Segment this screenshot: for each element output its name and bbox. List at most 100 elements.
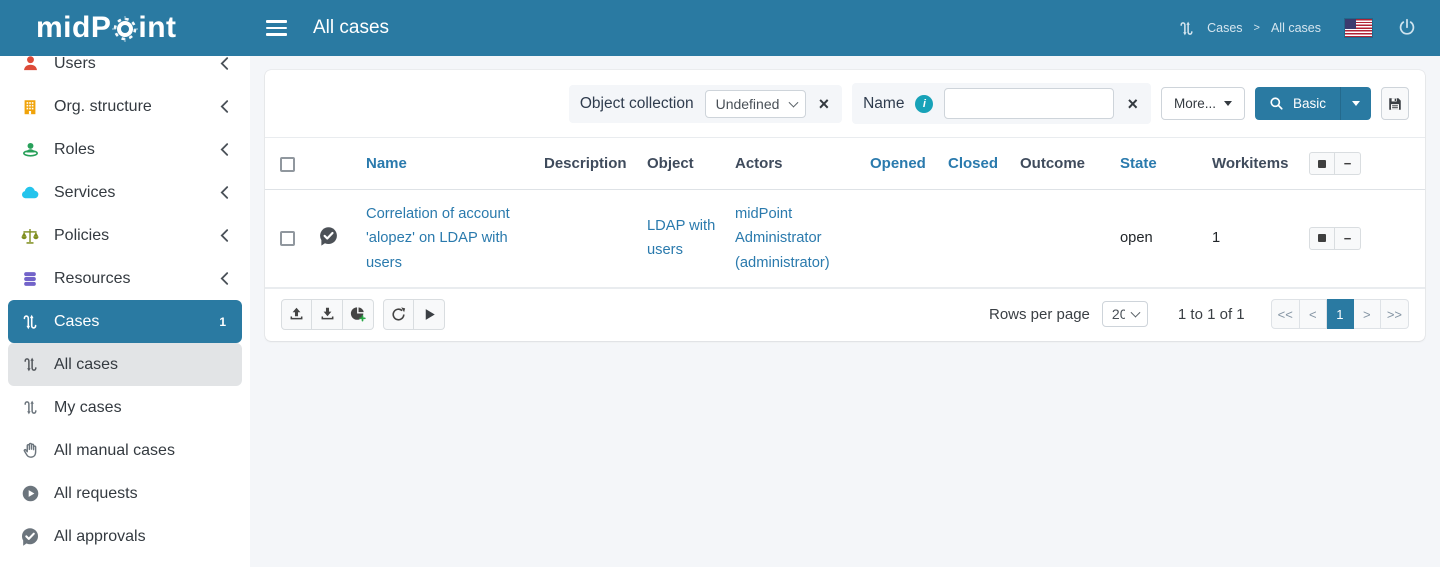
- object-link[interactable]: LDAP with users: [647, 218, 715, 258]
- save-search-button[interactable]: [1381, 87, 1409, 120]
- sidebar-item-all-manual-cases[interactable]: All manual cases: [8, 429, 242, 472]
- sidebar-toggle-button[interactable]: [266, 16, 294, 40]
- collapse-table-button[interactable]: −: [1335, 152, 1361, 175]
- breadcrumb-cases[interactable]: Cases: [1207, 21, 1242, 35]
- sidebar-item-cases[interactable]: Cases 1: [8, 300, 242, 343]
- sidebar-item-all-approvals[interactable]: All approvals: [8, 515, 242, 558]
- breadcrumb-all-cases[interactable]: All cases: [1271, 21, 1321, 35]
- name-search-input[interactable]: [944, 88, 1114, 119]
- table-config-buttons: −: [1309, 152, 1361, 175]
- search-split-button: Basic: [1255, 87, 1371, 120]
- caret-down-icon: [1352, 101, 1360, 106]
- sidebar: Users Org. structure Roles: [0, 56, 250, 567]
- column-header-workitems: Workitems: [1204, 138, 1301, 190]
- configure-columns-button[interactable]: [1309, 152, 1335, 175]
- previous-page-button[interactable]: <: [1300, 299, 1327, 329]
- create-report-button[interactable]: [343, 299, 374, 330]
- sidebar-item-all-requests[interactable]: All requests: [8, 472, 242, 515]
- sidebar-item-label: All manual cases: [54, 442, 175, 460]
- object-collection-select[interactable]: Undefined: [705, 90, 806, 118]
- sort-by-state[interactable]: State: [1120, 155, 1157, 172]
- refresh-button-group: [383, 299, 445, 330]
- chevron-left-icon: [219, 228, 230, 243]
- locale-flag-button[interactable]: [1345, 19, 1372, 37]
- header-right: Cases > All cases: [1177, 17, 1440, 39]
- app-root: midP int All cases Cases > All cases: [0, 56, 1440, 355]
- basic-search-button[interactable]: Basic: [1255, 87, 1340, 120]
- square-icon: [1318, 234, 1326, 242]
- sidebar-item-roles[interactable]: Roles: [8, 128, 242, 171]
- refresh-button[interactable]: [383, 299, 414, 330]
- sidebar-item-services[interactable]: Services: [8, 171, 242, 214]
- first-page-button[interactable]: <<: [1271, 299, 1300, 329]
- sidebar-item-my-cases[interactable]: My cases: [8, 386, 242, 429]
- page-title: All cases: [313, 17, 389, 39]
- main-content: Object collection Undefined × Name i × M…: [250, 56, 1440, 355]
- refresh-icon: [390, 306, 407, 323]
- basic-button-label: Basic: [1293, 96, 1326, 111]
- case-icon: [18, 355, 42, 374]
- remove-collection-filter-button[interactable]: ×: [817, 95, 832, 113]
- power-icon: [1396, 17, 1418, 39]
- upload-icon: [288, 306, 305, 323]
- sort-by-opened[interactable]: Opened: [870, 155, 926, 172]
- column-header-object: Object: [639, 138, 727, 190]
- sidebar-item-users[interactable]: Users: [8, 56, 242, 85]
- sidebar-item-label: Cases: [54, 313, 99, 331]
- row-checkbox[interactable]: [280, 231, 295, 246]
- logout-button[interactable]: [1396, 17, 1418, 39]
- sidebar-nav: Users Org. structure Roles: [0, 56, 250, 558]
- description-cell: [536, 190, 639, 288]
- chevron-left-icon: [219, 271, 230, 286]
- row-action-buttons: −: [1309, 227, 1361, 250]
- clear-name-filter-button[interactable]: ×: [1125, 95, 1140, 113]
- sidebar-item-policies[interactable]: Policies: [8, 214, 242, 257]
- balance-scale-icon: [18, 226, 42, 246]
- run-button[interactable]: [414, 299, 445, 330]
- next-page-button[interactable]: >: [1354, 299, 1381, 329]
- role-icon: [18, 140, 42, 159]
- current-page-button[interactable]: 1: [1327, 299, 1354, 329]
- select-all-checkbox[interactable]: [280, 157, 295, 172]
- breadcrumb: Cases > All cases: [1177, 19, 1321, 38]
- last-page-button[interactable]: >>: [1381, 299, 1409, 329]
- sidebar-item-org-structure[interactable]: Org. structure: [8, 85, 242, 128]
- row-collapse-button[interactable]: −: [1335, 227, 1361, 250]
- case-name-link[interactable]: Correlation of account 'alopez' on LDAP …: [366, 206, 510, 271]
- rows-per-page-select[interactable]: 20: [1102, 301, 1148, 327]
- table-row: Correlation of account 'alopez' on LDAP …: [265, 190, 1425, 288]
- sidebar-item-label: All approvals: [54, 528, 146, 546]
- chevron-left-icon: [219, 142, 230, 157]
- play-circle-icon: [18, 484, 42, 503]
- sidebar-item-label: Org. structure: [54, 98, 152, 116]
- breadcrumb-separator: >: [1254, 22, 1260, 34]
- check-circle-icon: [18, 527, 42, 547]
- cases-table: Name Description Object Actors Opened Cl…: [265, 137, 1425, 288]
- sidebar-item-all-cases[interactable]: All cases: [8, 343, 242, 386]
- search-icon: [1269, 96, 1284, 111]
- pager: << < 1 > >>: [1271, 299, 1409, 329]
- more-filters-button[interactable]: More...: [1161, 87, 1245, 120]
- state-cell: open: [1112, 190, 1204, 288]
- logo-suffix: int: [138, 13, 176, 43]
- brand-logo[interactable]: midP int: [0, 13, 250, 43]
- sidebar-item-label: My cases: [54, 399, 122, 417]
- outcome-cell: [1012, 190, 1112, 288]
- chevron-left-icon: [219, 56, 230, 71]
- search-mode-dropdown-button[interactable]: [1340, 87, 1371, 120]
- sidebar-item-resources[interactable]: Resources: [8, 257, 242, 300]
- database-icon: [18, 270, 42, 288]
- sort-by-closed[interactable]: Closed: [948, 155, 998, 172]
- case-type-cell: [310, 190, 358, 288]
- pie-chart-plus-icon: [349, 305, 367, 323]
- case-icon: [18, 312, 42, 332]
- sort-by-name[interactable]: Name: [366, 155, 407, 172]
- sidebar-item-label: Services: [54, 184, 115, 202]
- upload-button[interactable]: [281, 299, 312, 330]
- name-cell: Correlation of account 'alopez' on LDAP …: [358, 190, 536, 288]
- row-menu-button[interactable]: [1309, 227, 1335, 250]
- minus-icon: −: [1344, 232, 1352, 245]
- workitems-cell: 1: [1204, 190, 1301, 288]
- actors-link[interactable]: midPoint Administrator (administrator): [735, 206, 830, 271]
- download-button[interactable]: [312, 299, 343, 330]
